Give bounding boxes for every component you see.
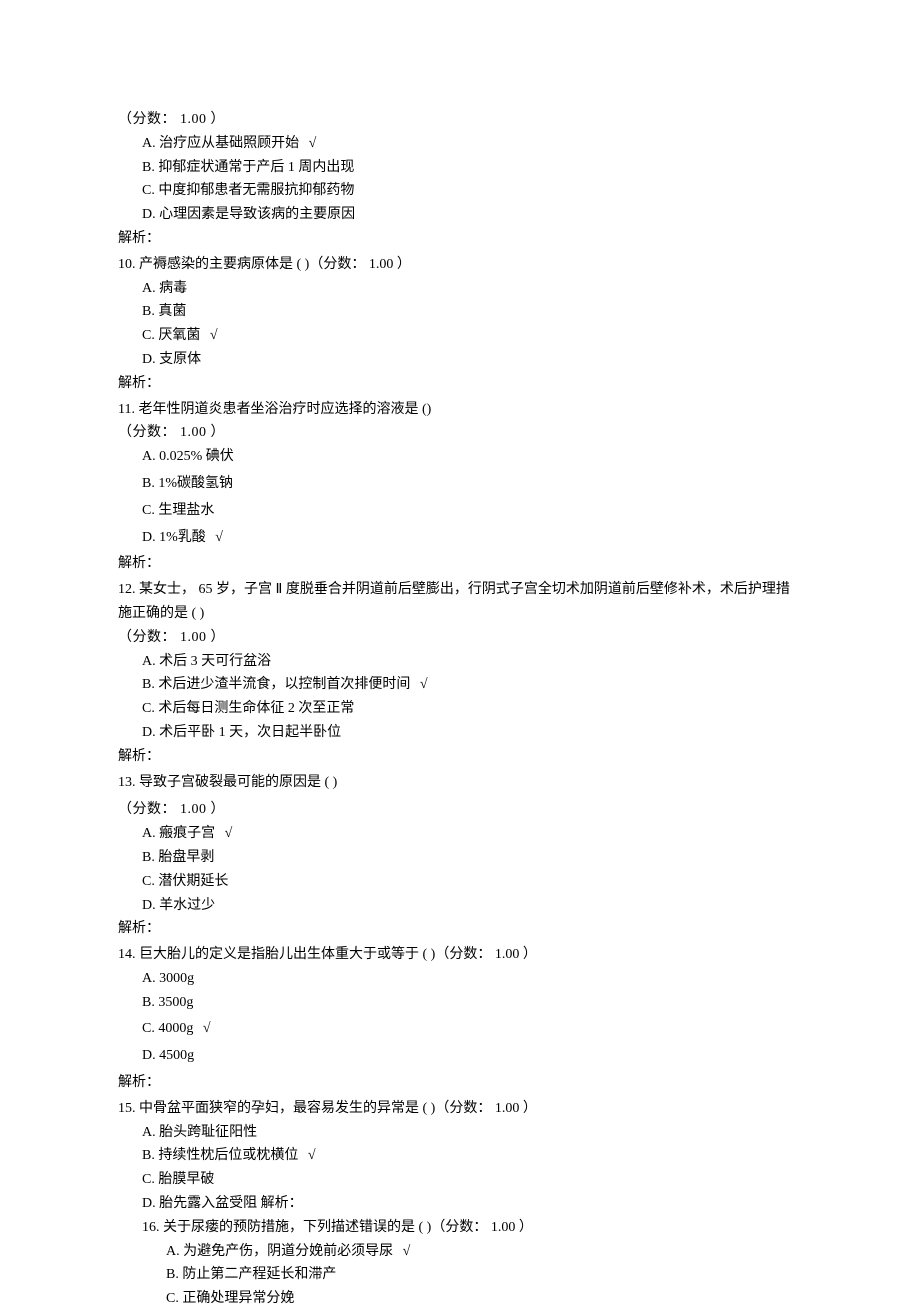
q10-option-c: C. 厌氧菌 √ xyxy=(118,324,802,348)
score-suffix: ） xyxy=(207,425,226,440)
option-text: D. 1%乳酸 xyxy=(142,530,206,545)
q15-option-a: A. 胎头跨耻征阳性 xyxy=(118,1121,802,1145)
analysis-label: 解析： xyxy=(118,227,802,251)
checkmark-icon: √ xyxy=(308,1148,316,1163)
score-suffix: ） xyxy=(207,112,226,127)
score-prefix: （分数： xyxy=(118,112,180,127)
score-prefix: （分数： xyxy=(118,425,180,440)
q16-option-a: A. 为避免产伤，阴道分娩前必须导尿 √ xyxy=(118,1240,802,1264)
q12-option-d: D. 术后平卧 1 天，次日起半卧位 xyxy=(118,721,802,745)
q13-option-a: A. 瘢痕子宫 √ xyxy=(118,822,802,846)
q15-option-d: D. 胎先露入盆受阻 解析： xyxy=(118,1192,802,1216)
q15-option-b: B. 持续性枕后位或枕横位 √ xyxy=(118,1144,802,1168)
q11-option-c: C. 生理盐水 xyxy=(118,499,802,523)
q16-option-c: C. 正确处理异常分娩 xyxy=(118,1287,802,1311)
q16-stem: 16. 关于尿瘘的预防措施，下列描述错误的是 ( )（分数： 1.00 ） xyxy=(118,1216,802,1240)
checkmark-icon: √ xyxy=(210,328,218,343)
q11-option-b: B. 1%碳酸氢钠 xyxy=(118,472,802,496)
q13-option-c: C. 潜伏期延长 xyxy=(118,870,802,894)
q15-stem: 15. 中骨盆平面狭窄的孕妇，最容易发生的异常是 ( )（分数： 1.00 ） xyxy=(118,1097,802,1121)
q10-option-d: D. 支原体 xyxy=(118,348,802,372)
q9-option-a: A. 治疗应从基础照顾开始 √ xyxy=(118,132,802,156)
score-prefix: （分数： xyxy=(118,802,180,817)
score-value: 1.00 xyxy=(180,630,207,645)
q9-option-d: D. 心理因素是导致该病的主要原因 xyxy=(118,203,802,227)
checkmark-icon: √ xyxy=(225,826,233,841)
score-line: （分数： 1.00 ） xyxy=(118,421,802,445)
score-value: 1.00 xyxy=(180,112,207,127)
score-line: （分数： 1.00 ） xyxy=(118,798,802,822)
q14-option-c: C. 4000g √ xyxy=(118,1017,802,1041)
q15-option-c: C. 胎膜早破 xyxy=(118,1168,802,1192)
analysis-label: 解析： xyxy=(118,372,802,396)
q12-stem: 12. 某女士， 65 岁，子宫 Ⅱ 度脱垂合并阴道前后壁膨出，行阴式子宫全切术… xyxy=(118,578,802,626)
q10-stem: 10. 产褥感染的主要病原体是 ( )（分数： 1.00 ） xyxy=(118,253,802,277)
score-value: 1.00 xyxy=(180,802,207,817)
option-text: B. 术后进少渣半流食，以控制首次排便时间 xyxy=(142,677,410,692)
q9-option-c: C. 中度抑郁患者无需服抗抑郁药物 xyxy=(118,179,802,203)
score-suffix: ） xyxy=(207,802,226,817)
option-text: A. 为避免产伤，阴道分娩前必须导尿 xyxy=(166,1244,393,1259)
q11-option-d: D. 1%乳酸 √ xyxy=(118,526,802,550)
score-suffix: ） xyxy=(207,630,226,645)
analysis-label: 解析： xyxy=(118,552,802,576)
option-text: C. 厌氧菌 xyxy=(142,328,200,343)
option-text: C. 4000g xyxy=(142,1021,193,1036)
analysis-label: 解析： xyxy=(118,745,802,769)
score-line: （分数： 1.00 ） xyxy=(118,108,802,132)
option-text: A. 瘢痕子宫 xyxy=(142,826,215,841)
q12-option-b: B. 术后进少渣半流食，以控制首次排便时间 √ xyxy=(118,673,802,697)
checkmark-icon: √ xyxy=(215,530,223,545)
q14-option-d: D. 4500g xyxy=(118,1044,802,1068)
q13-option-d: D. 羊水过少 xyxy=(118,894,802,918)
q12-option-c: C. 术后每日测生命体征 2 次至正常 xyxy=(118,697,802,721)
checkmark-icon: √ xyxy=(403,1244,411,1259)
q13-stem: 13. 导致子宫破裂最可能的原因是 ( ) xyxy=(118,771,802,795)
q14-option-a: A. 3000g xyxy=(118,967,802,991)
q14-stem: 14. 巨大胎儿的定义是指胎儿出生体重大于或等于 ( )（分数： 1.00 ） xyxy=(118,943,802,967)
option-text: A. 治疗应从基础照顾开始 xyxy=(142,136,299,151)
q11-stem: 11. 老年性阴道炎患者坐浴治疗时应选择的溶液是 () xyxy=(118,398,802,422)
analysis-label: 解析： xyxy=(118,917,802,941)
q9-option-b: B. 抑郁症状通常于产后 1 周内出现 xyxy=(118,156,802,180)
q10-option-a: A. 病毒 xyxy=(118,277,802,301)
q10-option-b: B. 真菌 xyxy=(118,300,802,324)
q11-option-a: A. 0.025% 碘伏 xyxy=(118,445,802,469)
score-line: （分数： 1.00 ） xyxy=(118,626,802,650)
q13-option-b: B. 胎盘早剥 xyxy=(118,846,802,870)
q14-option-b: B. 3500g xyxy=(118,991,802,1015)
q12-option-a: A. 术后 3 天可行盆浴 xyxy=(118,650,802,674)
checkmark-icon: √ xyxy=(203,1021,211,1036)
q16-option-b: B. 防止第二产程延长和滞产 xyxy=(118,1263,802,1287)
checkmark-icon: √ xyxy=(309,136,317,151)
score-prefix: （分数： xyxy=(118,630,180,645)
score-value: 1.00 xyxy=(180,425,207,440)
analysis-label: 解析： xyxy=(118,1071,802,1095)
option-text: B. 持续性枕后位或枕横位 xyxy=(142,1148,298,1163)
checkmark-icon: √ xyxy=(420,677,428,692)
